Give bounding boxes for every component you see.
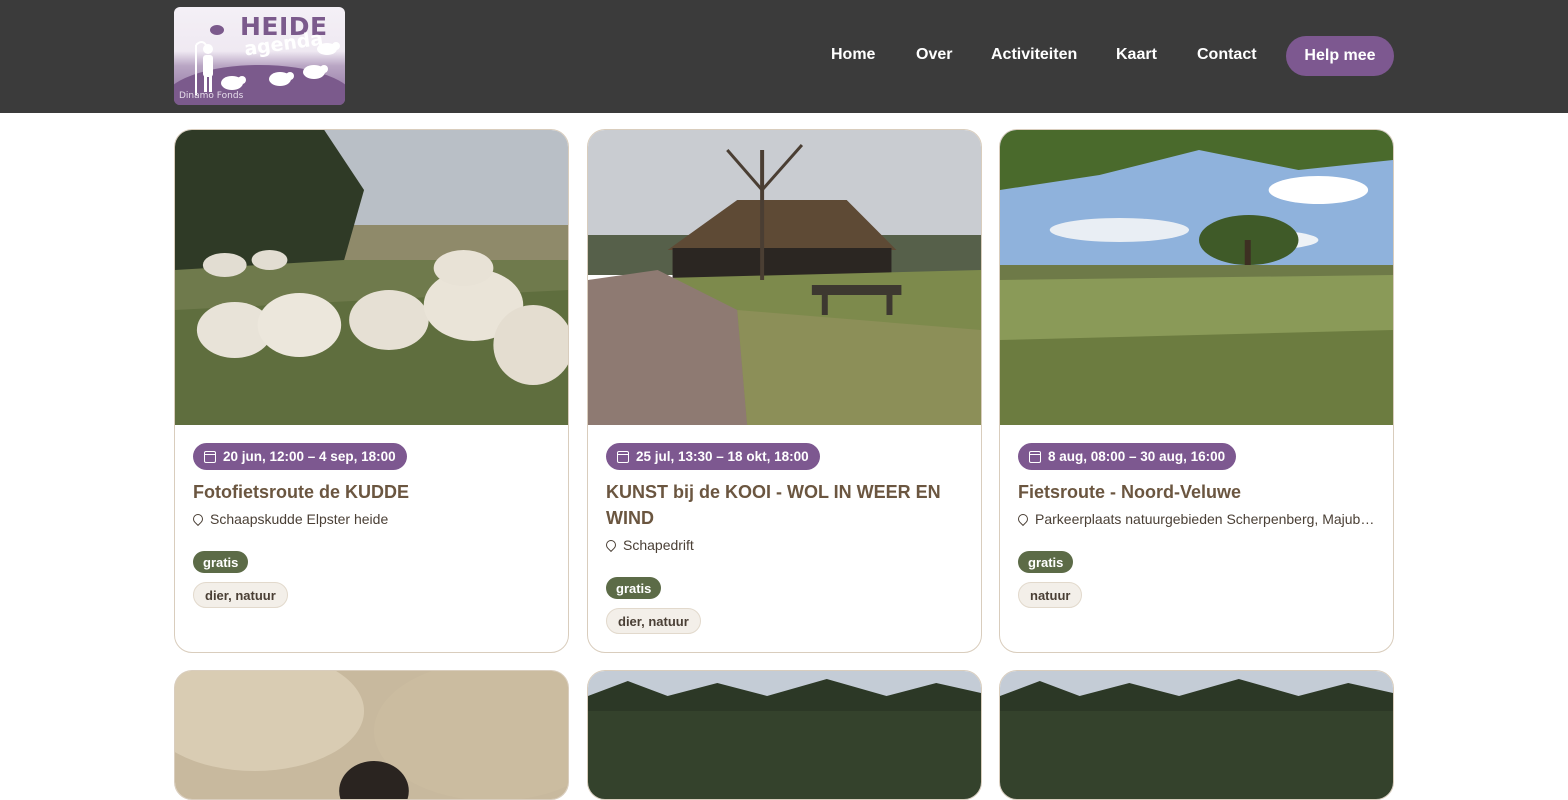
location-text: Parkeerplaats natuurgebieden Scherpenber… <box>1035 511 1378 527</box>
nav-contact[interactable]: Contact <box>1197 46 1257 64</box>
event-location: Schaapskudde Elpster heide <box>193 511 553 527</box>
price-tag: gratis <box>606 577 662 599</box>
forest-photo <box>1000 671 1393 799</box>
event-card[interactable] <box>587 670 982 800</box>
nav-activiteiten[interactable]: Activiteiten <box>991 46 1077 64</box>
event-location: Parkeerplaats natuurgebieden Scherpenber… <box>1018 511 1378 527</box>
location-text: Schapedrift <box>623 537 694 553</box>
heide-agenda-logo[interactable]: HEIDE agenda Dinamo Fonds <box>174 7 345 105</box>
nav-kaart[interactable]: Kaart <box>1116 46 1157 64</box>
nav-over[interactable]: Over <box>916 46 952 64</box>
date-text: 20 jun, 12:00 – 4 sep, 18:00 <box>223 449 396 464</box>
event-card[interactable] <box>174 670 569 800</box>
map-pin-icon <box>606 537 619 553</box>
category-tag: dier, natuur <box>193 582 288 608</box>
map-pin-icon <box>193 511 206 527</box>
date-badge: 20 jun, 12:00 – 4 sep, 18:00 <box>193 443 407 470</box>
category-tag: dier, natuur <box>606 608 701 634</box>
event-title[interactable]: Fotofietsroute de KUDDE <box>193 479 553 505</box>
price-tag: gratis <box>193 551 249 573</box>
date-text: 25 jul, 13:30 – 18 okt, 18:00 <box>636 449 809 464</box>
date-badge: 25 jul, 13:30 – 18 okt, 18:00 <box>606 443 820 470</box>
heathland-photo <box>1000 130 1393 425</box>
category-tag: natuur <box>1018 582 1083 608</box>
event-location: Schapedrift <box>606 537 966 553</box>
calendar-icon <box>617 450 629 463</box>
sheep-grazing-photo <box>175 130 568 425</box>
help-mee-button[interactable]: Help mee <box>1286 36 1394 76</box>
forest-photo <box>588 671 981 799</box>
date-text: 8 aug, 08:00 – 30 aug, 16:00 <box>1048 449 1226 464</box>
nav-home[interactable]: Home <box>831 46 875 64</box>
event-card[interactable]: 25 jul, 13:30 – 18 okt, 18:00 KUNST bij … <box>587 129 982 653</box>
rock-person-photo <box>175 671 568 799</box>
location-text: Schaapskudde Elpster heide <box>210 511 389 527</box>
sheepfold-barn-photo <box>588 130 981 425</box>
logo-sponsor: Dinamo Fonds <box>179 91 244 101</box>
event-title[interactable]: Fietsroute - Noord-Veluwe <box>1018 479 1378 505</box>
event-card[interactable]: 20 jun, 12:00 – 4 sep, 18:00 Fotofietsro… <box>174 129 569 653</box>
event-card[interactable] <box>999 670 1394 800</box>
calendar-icon <box>1029 450 1041 463</box>
map-pin-icon <box>1018 511 1031 527</box>
event-title[interactable]: KUNST bij de KOOI - WOL IN WEER EN WIND <box>606 479 966 531</box>
price-tag: gratis <box>1018 551 1074 573</box>
site-header: HEIDE agenda Dinamo Fonds Home Over Acti… <box>0 0 1568 113</box>
event-card[interactable]: 8 aug, 08:00 – 30 aug, 16:00 Fietsroute … <box>999 129 1394 653</box>
calendar-icon <box>204 450 216 463</box>
date-badge: 8 aug, 08:00 – 30 aug, 16:00 <box>1018 443 1237 470</box>
